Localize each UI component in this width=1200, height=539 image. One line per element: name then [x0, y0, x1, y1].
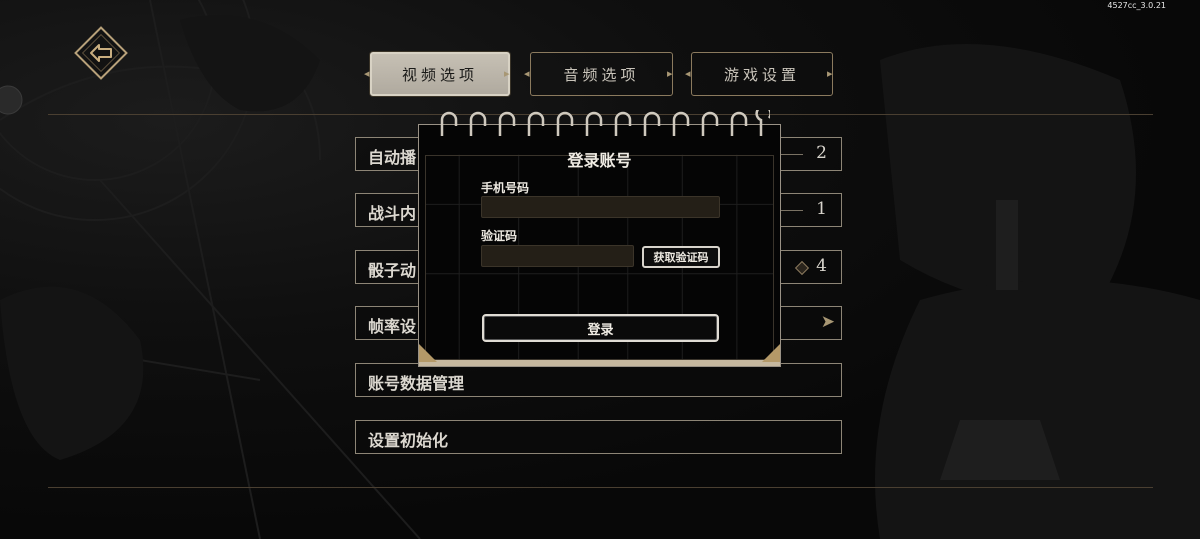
setting-row-account-data[interactable]: 账号数据管理	[355, 363, 842, 397]
corner-ornament	[762, 344, 780, 362]
diamond-arrow-left-icon: ◂	[364, 67, 374, 80]
diamond-arrow-right-icon: ▸	[504, 67, 514, 80]
modal-bottom-strip	[419, 360, 780, 366]
version-label: 4527cc_3.0.21	[1107, 1, 1166, 10]
setting-label: 战斗内	[368, 204, 417, 223]
setting-value: 1	[816, 199, 827, 219]
setting-label: 账号数据管理	[368, 374, 465, 393]
back-arrow-icon	[74, 26, 128, 80]
tab-label: 音频选项	[563, 65, 640, 84]
game-settings-screen: 4527cc_3.0.21 ◂ 视频选项 ▸ ◂ 音频选项 ▸ ◂ 游戏设置 ▸…	[0, 0, 1200, 539]
diamond-arrow-left-icon: ◂	[524, 67, 534, 80]
diamond-arrow-left-icon: ◂	[685, 67, 695, 80]
code-input[interactable]	[481, 245, 634, 267]
corner-ornament	[419, 344, 437, 362]
phone-label: 手机号码	[481, 181, 530, 195]
setting-label: 设置初始化	[368, 431, 449, 450]
diamond-arrow-right-icon: ▸	[827, 67, 837, 80]
slider-knob[interactable]	[794, 260, 810, 276]
back-button[interactable]	[72, 24, 130, 82]
setting-label: 骰子动	[368, 261, 417, 280]
phone-input[interactable]	[481, 196, 720, 218]
setting-value: 4	[816, 256, 827, 276]
divider-bottom	[48, 487, 1153, 488]
get-code-button[interactable]: 获取验证码	[642, 246, 720, 268]
tab-game-settings[interactable]: ◂ 游戏设置 ▸	[685, 52, 839, 96]
notebook-rings	[440, 110, 770, 136]
code-label: 验证码	[481, 229, 518, 243]
modal-title: 登录账号	[567, 151, 632, 170]
login-button[interactable]: 登录	[482, 314, 719, 342]
tab-audio-options[interactable]: ◂ 音频选项 ▸	[524, 52, 679, 96]
login-modal: 登录账号 手机号码 验证码 获取验证码 登录	[418, 124, 781, 367]
chevron-right-icon[interactable]: ➤	[821, 312, 835, 332]
setting-label: 自动播	[368, 148, 417, 167]
setting-row-reset-settings[interactable]: 设置初始化	[355, 420, 842, 454]
tab-label: 视频选项	[401, 65, 478, 84]
diamond-arrow-right-icon: ▸	[667, 67, 677, 80]
setting-value: 2	[816, 143, 827, 163]
tab-video-options[interactable]: ◂ 视频选项 ▸	[364, 52, 516, 96]
setting-label: 帧率设	[368, 317, 417, 336]
tab-label: 游戏设置	[723, 65, 800, 84]
